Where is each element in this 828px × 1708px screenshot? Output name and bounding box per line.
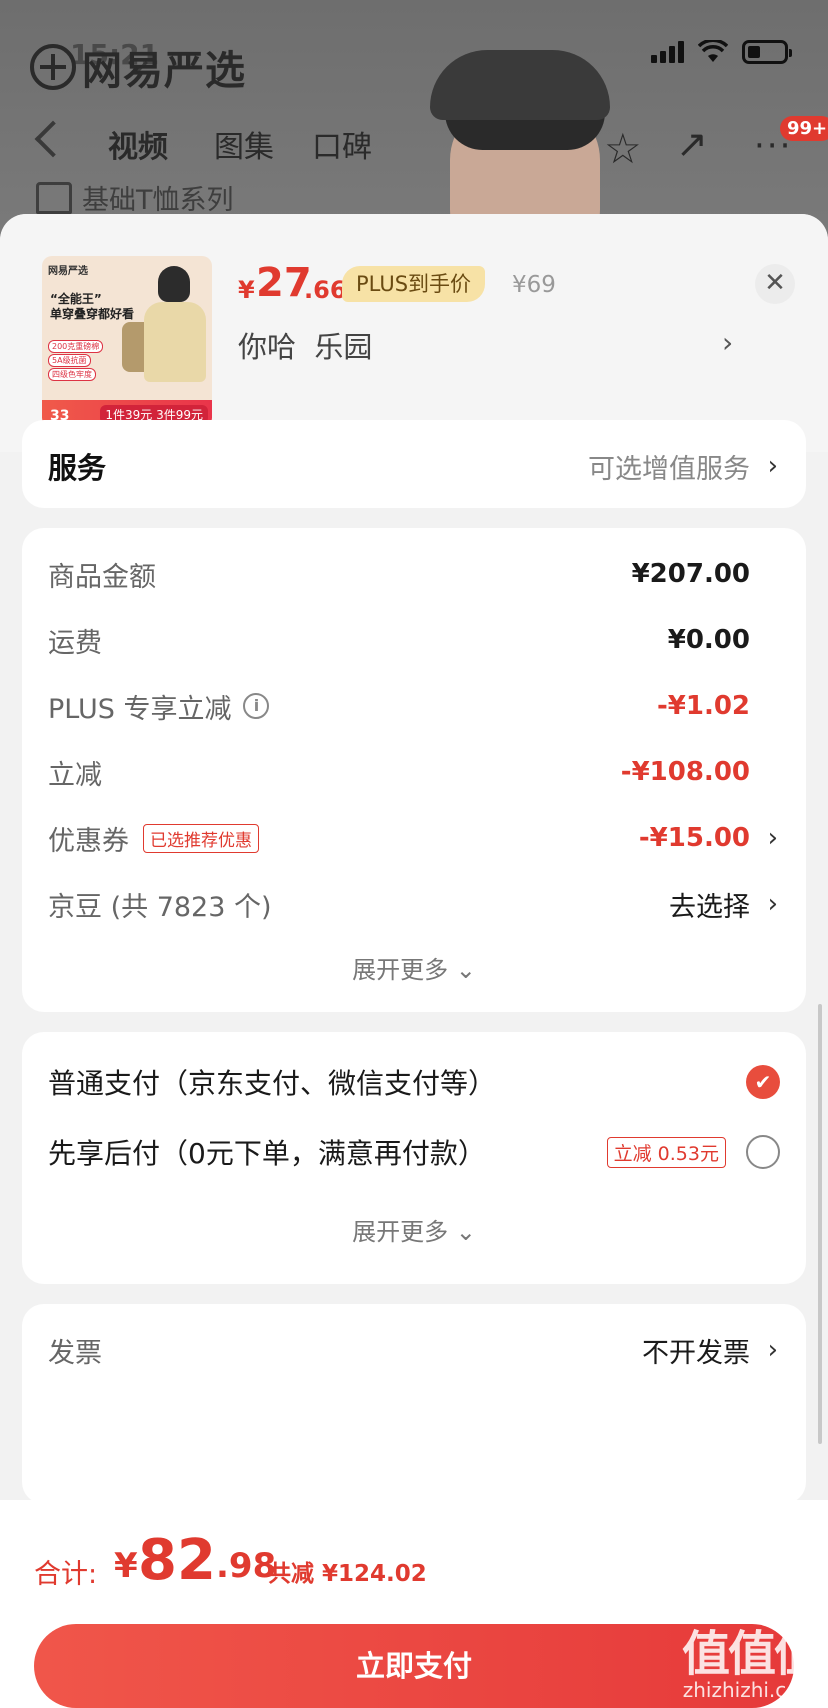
product-page-backdrop: 网易严选 15:21 视频 图集 口碑 基础T恤系列 ☆ ↗ ··· 99+ — [0, 0, 828, 240]
battery-icon — [742, 40, 792, 64]
product-thumbnail[interactable]: 网易严选 “全能王” 单穿叠穿都好看 200克重磅棉 5A级抗菌 四级色牢度 3… — [42, 256, 212, 428]
product-summary: 网易严选 “全能王” 单穿叠穿都好看 200克重磅棉 5A级抗菌 四级色牢度 3… — [0, 214, 828, 452]
thumb-tag: 200克重磅棉 — [48, 340, 104, 353]
checkout-sheet: 网易严选 “全能王” 单穿叠穿都好看 200克重磅棉 5A级抗菌 四级色牢度 3… — [0, 214, 828, 1708]
goods-amount-value: ¥207.00 — [631, 559, 750, 589]
plus-discount-row: PLUS 专享立减 i -¥1.02 — [48, 686, 778, 726]
payment-option-label: 先享后付（0元下单，满意再付款） — [48, 1137, 486, 1170]
share-icon[interactable]: ↗ — [676, 122, 708, 166]
thumb-tag: 四级色牢度 — [48, 368, 96, 381]
pay-later-discount-tag: 立减 0.53元 — [606, 1136, 726, 1168]
payment-method-card: 普通支付（京东支付、微信支付等） ✔ 先享后付（0元下单，满意再付款） 立减 0… — [22, 1032, 806, 1284]
status-icons — [651, 40, 792, 64]
price-summary-card: 商品金额 ¥207.00 运费 ¥0.00 PLUS 专享立减 i -¥1.02… — [22, 528, 806, 1012]
jd-beans-label: 京豆 (共 7823 个) — [48, 891, 272, 923]
thumb-tag: 5A级抗菌 — [48, 354, 91, 367]
service-label: 服务 — [48, 451, 107, 485]
service-row[interactable]: 服务 可选增值服务 › — [48, 446, 778, 486]
chevron-down-icon: ⌄ — [455, 1218, 476, 1246]
watermark-url: zhizhizhi.com — [682, 1678, 818, 1702]
thumb-title: “全能王” 单穿叠穿都好看 — [50, 292, 135, 321]
total-label: 合计: — [34, 1559, 98, 1590]
tab-video[interactable]: 视频 — [108, 122, 168, 166]
chevron-right-icon: › — [767, 451, 778, 481]
price-decimal: .66 — [304, 276, 347, 304]
signal-icon — [651, 41, 684, 63]
instant-discount-row: 立减 -¥108.00 — [48, 752, 778, 792]
goods-amount-row: 商品金额 ¥207.00 — [48, 554, 778, 594]
instant-discount-label: 立减 — [48, 759, 102, 791]
chevron-right-icon: › — [767, 1335, 778, 1365]
coupon-label: 优惠券 — [48, 825, 129, 857]
service-card[interactable]: 服务 可选增值服务 › — [22, 420, 806, 508]
shipping-label: 运费 — [48, 627, 102, 659]
favorite-icon[interactable]: ☆ — [604, 124, 642, 173]
series-label: 基础T恤系列 — [36, 178, 234, 217]
goods-amount-label: 商品金额 — [48, 561, 156, 593]
pay-now-button[interactable]: 立即支付 — [34, 1624, 794, 1708]
price-currency: ¥ — [238, 276, 255, 304]
invoice-card[interactable]: 发票 不开发票 › — [22, 1304, 806, 1504]
coupon-row[interactable]: 优惠券 已选推荐优惠 -¥15.00 › — [48, 818, 778, 858]
back-icon[interactable] — [34, 120, 72, 158]
plus-discount-label: PLUS 专享立减 — [48, 693, 232, 725]
shipping-row: 运费 ¥0.00 — [48, 620, 778, 660]
tshirt-icon — [36, 181, 72, 214]
invoice-value: 不开发票 — [642, 1337, 750, 1369]
payment-option-pay-later[interactable]: 先享后付（0元下单，满意再付款） 立减 0.53元 — [48, 1130, 780, 1174]
chevron-right-icon: › — [767, 889, 778, 919]
total-currency: ¥ — [114, 1546, 138, 1586]
coupon-value: -¥15.00 — [638, 823, 750, 853]
status-time: 15:21 — [70, 38, 160, 71]
expand-more-button[interactable]: 展开更多 ⌄ — [22, 950, 806, 985]
watermark-logo: 值值值 — [681, 1626, 822, 1682]
payment-option-normal[interactable]: 普通支付（京东支付、微信支付等） ✔ — [48, 1060, 780, 1104]
radio-icon[interactable] — [746, 1135, 780, 1169]
total-savings: 共减 ¥124.02 — [268, 1561, 427, 1587]
shipping-value: ¥0.00 — [667, 625, 750, 655]
close-icon[interactable]: ✕ — [755, 264, 795, 304]
jd-beans-row[interactable]: 京豆 (共 7823 个) 去选择 › — [48, 884, 778, 924]
plus-discount-value: -¥1.02 — [656, 691, 750, 721]
chevron-down-icon: ⌄ — [455, 956, 476, 984]
wifi-icon — [698, 40, 728, 62]
notification-badge: 99+ — [780, 116, 828, 141]
coupon-tag: 已选推荐优惠 — [143, 823, 259, 853]
tab-reviews[interactable]: 口碑 — [312, 122, 372, 166]
invoice-label: 发票 — [48, 1337, 102, 1369]
plus-price-tag: PLUS到手价 — [342, 266, 486, 302]
expand-more-button[interactable]: 展开更多 ⌄ — [22, 1212, 806, 1247]
jd-beans-value: 去选择 — [669, 891, 750, 923]
tab-gallery[interactable]: 图集 — [214, 122, 274, 166]
selected-variant[interactable]: 你哈 乐园 — [238, 324, 372, 366]
thumb-model — [122, 266, 210, 396]
invoice-row[interactable]: 发票 不开发票 › — [48, 1330, 778, 1370]
total-integer: 82 — [138, 1528, 216, 1593]
chevron-right-icon[interactable]: › — [722, 326, 733, 359]
payment-option-label: 普通支付（京东支付、微信支付等） — [48, 1067, 497, 1100]
check-icon[interactable]: ✔ — [746, 1065, 780, 1099]
chevron-right-icon: › — [767, 823, 778, 853]
scrollbar[interactable] — [818, 1004, 822, 1444]
thumb-brand: 网易严选 — [48, 266, 88, 277]
info-icon[interactable]: i — [243, 693, 270, 719]
service-value: 可选增值服务 — [588, 453, 750, 485]
instant-discount-value: -¥108.00 — [620, 757, 750, 787]
original-price: ¥69 — [512, 272, 556, 298]
